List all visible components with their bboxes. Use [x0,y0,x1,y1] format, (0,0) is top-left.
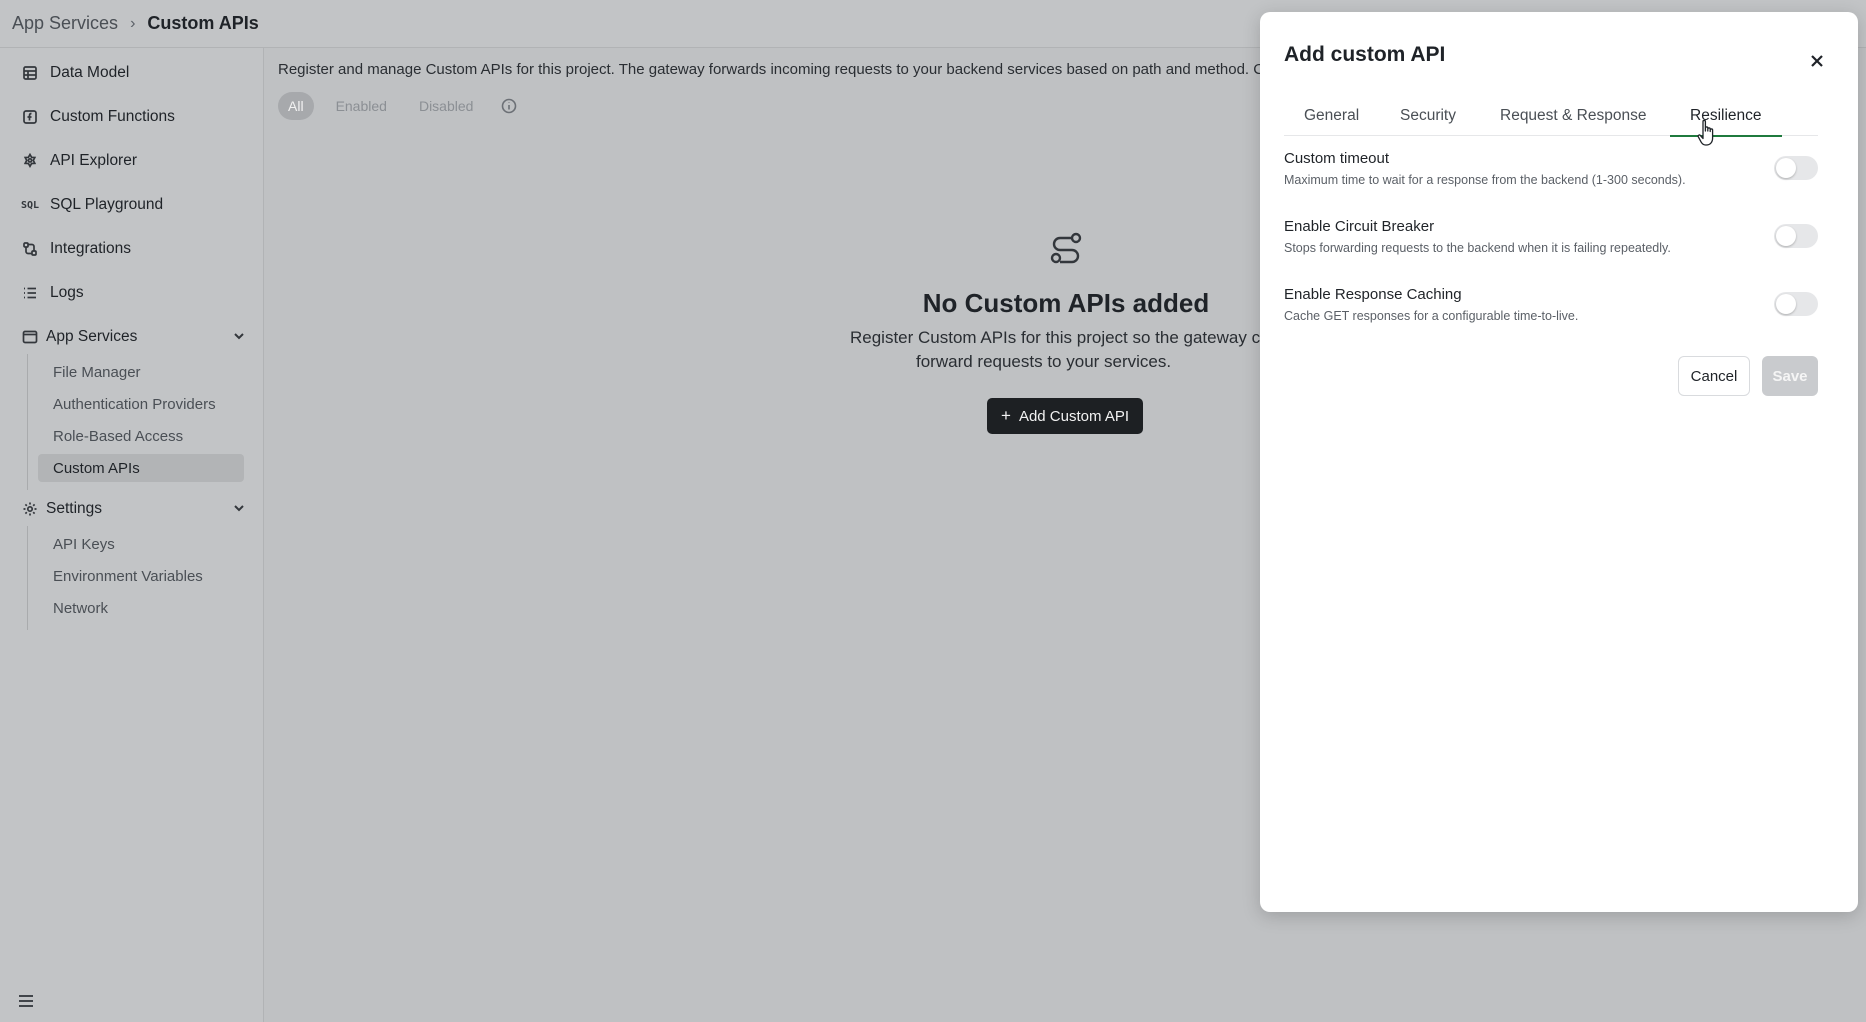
function-icon [20,107,40,127]
sidebar-item-label: Custom Functions [50,108,175,125]
circuit-breaker-toggle[interactable] [1774,224,1818,248]
add-custom-api-button[interactable]: + Add Custom API [987,398,1143,434]
sidebar-item-file-manager[interactable]: File Manager [38,358,244,386]
sidebar: Data Model Custom Functions API Explorer… [0,48,264,1022]
sidebar-item-role-based-access[interactable]: Role-Based Access [38,422,244,450]
sidebar-section-label: App Services [46,328,138,345]
save-button[interactable]: Save [1762,356,1818,396]
empty-state-title: No Custom APIs added [922,288,1210,318]
sidebar-section-label: Settings [46,500,103,517]
page-description: Register and manage Custom APIs for this… [278,61,1265,78]
cancel-button[interactable]: Cancel [1678,356,1750,396]
gear-icon [20,499,40,519]
sidebar-item-logs[interactable]: Logs [12,276,252,310]
sidebar-section-app-services[interactable]: App Services [12,320,252,354]
integrations-icon [20,239,40,259]
setting-title: Enable Circuit Breaker [1284,218,1435,235]
sidebar-item-label: Integrations [50,240,131,257]
add-custom-api-dialog: Add custom API General Security Request … [1260,12,1858,912]
custom-timeout-toggle[interactable] [1774,156,1818,180]
section-divider-line [27,354,28,490]
sidebar-item-label: API Explorer [50,152,138,169]
sql-icon: SQL [20,199,40,211]
dialog-tabs: General Security Request & Response Resi… [1284,96,1818,137]
setting-description: Stops forwarding requests to the backend… [1284,241,1671,255]
tab-security[interactable]: Security [1380,96,1476,136]
sidebar-item-integrations[interactable]: Integrations [12,232,252,266]
close-icon[interactable] [1806,50,1828,72]
toggle-knob [1776,158,1796,178]
hand-pointer-icon [1697,119,1714,146]
sidebar-item-custom-apis[interactable]: Custom APIs [38,454,244,482]
breadcrumb-separator: › [130,14,136,32]
setting-custom-timeout: Custom timeout Maximum time to wait for … [1284,150,1818,206]
setting-title: Custom timeout [1284,150,1390,167]
toggle-knob [1776,226,1796,246]
sidebar-item-environment-variables[interactable]: Environment Variables [38,562,244,590]
add-custom-api-label: Add Custom API [1018,407,1129,425]
filter-disabled[interactable]: Disabled [409,92,483,120]
sidebar-item-api-keys[interactable]: API Keys [38,530,244,558]
tab-general[interactable]: General [1284,96,1379,136]
api-explorer-icon [20,151,40,171]
tab-resilience[interactable]: Resilience [1670,96,1782,137]
sidebar-item-label: Logs [50,284,84,301]
list-icon [20,283,40,303]
filter-all[interactable]: All [278,92,314,120]
plus-icon: + [1001,406,1011,425]
tab-request-response[interactable]: Request & Response [1480,96,1666,136]
setting-circuit-breaker: Enable Circuit Breaker Stops forwarding … [1284,218,1818,274]
response-caching-toggle[interactable] [1774,292,1818,316]
filter-pills: All Enabled Disabled [278,92,517,120]
sidebar-item-custom-functions[interactable]: Custom Functions [12,100,252,134]
sidebar-item-authentication-providers[interactable]: Authentication Providers [38,390,244,418]
chevron-down-icon[interactable] [232,329,246,343]
setting-description: Cache GET responses for a configurable t… [1284,309,1579,323]
sidebar-item-api-explorer[interactable]: API Explorer [12,144,252,178]
breadcrumb-root[interactable]: App Services [12,13,118,34]
table-icon [20,63,40,83]
section-divider-line [27,526,28,630]
info-icon[interactable] [501,98,517,114]
setting-response-caching: Enable Response Caching Cache GET respon… [1284,286,1818,342]
setting-description: Maximum time to wait for a response from… [1284,173,1686,187]
filter-enabled[interactable]: Enabled [326,92,397,120]
sidebar-item-data-model[interactable]: Data Model [12,56,252,90]
sidebar-item-sql-playground[interactable]: SQL SQL Playground [12,188,252,222]
sidebar-section-settings[interactable]: Settings [12,492,252,526]
hamburger-menu-icon[interactable] [18,994,34,1008]
toggle-knob [1776,294,1796,314]
setting-title: Enable Response Caching [1284,286,1462,303]
sidebar-item-label: SQL Playground [50,196,164,213]
sidebar-item-label: Data Model [50,64,130,81]
window-icon [20,327,40,347]
route-icon [1046,228,1086,268]
sidebar-item-network[interactable]: Network [38,594,244,622]
chevron-down-icon[interactable] [232,501,246,515]
dialog-title: Add custom API [1284,43,1446,66]
breadcrumb-current: Custom APIs [147,13,259,33]
